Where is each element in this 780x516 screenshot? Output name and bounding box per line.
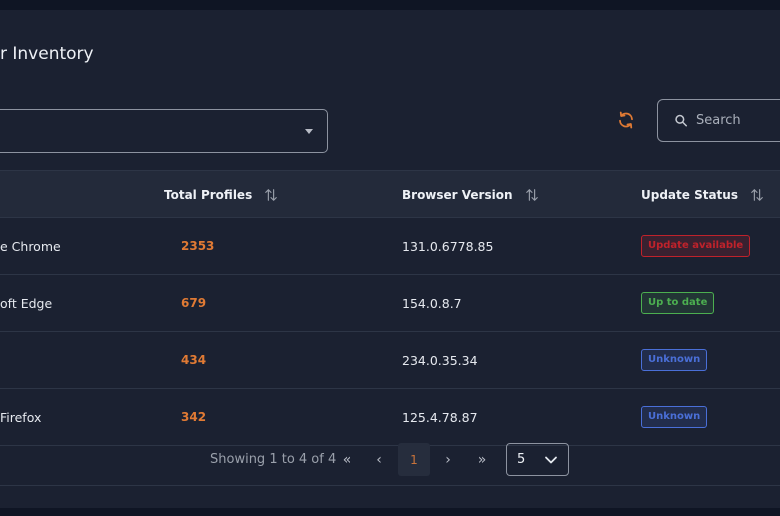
total-profiles-count: 2353 bbox=[181, 239, 215, 253]
inventory-panel: r Inventory Total Profiles bbox=[0, 10, 780, 508]
refresh-button[interactable] bbox=[615, 109, 637, 131]
table-row[interactable]: e Chrome 2353 131.0.6778.85 Update avail… bbox=[0, 218, 780, 275]
chevron-down-icon bbox=[545, 456, 557, 464]
column-header-update-status[interactable]: Update Status bbox=[641, 171, 764, 219]
prev-page-button[interactable]: ‹ bbox=[366, 444, 392, 476]
sort-icon[interactable] bbox=[264, 188, 278, 202]
double-chevron-right-icon: » bbox=[477, 452, 487, 468]
browser-version: 131.0.6778.85 bbox=[402, 238, 494, 254]
sort-icon[interactable] bbox=[525, 188, 539, 202]
status-badge: Update available bbox=[641, 235, 751, 257]
browser-version: 154.0.8.7 bbox=[402, 295, 462, 311]
status-badge: Up to date bbox=[641, 292, 715, 314]
table-header: Total Profiles Browser Version Update St… bbox=[0, 170, 780, 218]
page-size-select[interactable]: 5 bbox=[506, 443, 569, 476]
browser-name: oft Edge bbox=[0, 295, 53, 311]
chevron-right-icon: › bbox=[445, 452, 451, 468]
total-profiles-count: 679 bbox=[181, 296, 207, 310]
browser-name: e Chrome bbox=[0, 238, 61, 254]
last-page-button[interactable]: » bbox=[469, 444, 495, 476]
current-page-button[interactable]: 1 bbox=[398, 443, 430, 476]
table-row[interactable]: oft Edge 679 154.0.8.7 Up to date bbox=[0, 275, 780, 332]
filter-select[interactable] bbox=[0, 109, 328, 153]
double-chevron-left-icon: « bbox=[342, 452, 352, 468]
inventory-table: Total Profiles Browser Version Update St… bbox=[0, 170, 780, 446]
refresh-icon bbox=[619, 111, 633, 129]
status-badge: Unknown bbox=[641, 406, 708, 428]
total-profiles-count: 434 bbox=[181, 353, 207, 367]
first-page-button[interactable]: « bbox=[334, 444, 360, 476]
bottom-strip bbox=[0, 508, 780, 516]
column-header-browser-version[interactable]: Browser Version bbox=[402, 171, 539, 219]
search-icon bbox=[675, 114, 688, 127]
browser-version: 234.0.35.34 bbox=[402, 352, 478, 368]
page-size-value: 5 bbox=[517, 452, 526, 467]
next-page-button[interactable]: › bbox=[435, 444, 461, 476]
pagination-bar: Showing 1 to 4 of 4 « ‹ › » bbox=[0, 434, 780, 486]
showing-count: Showing 1 to 4 of 4 bbox=[210, 452, 337, 467]
search-box[interactable] bbox=[657, 99, 780, 142]
status-badge: Unknown bbox=[641, 349, 708, 371]
table-row[interactable]: 434 234.0.35.34 Unknown bbox=[0, 332, 780, 389]
sort-icon[interactable] bbox=[750, 188, 764, 202]
search-input[interactable] bbox=[696, 113, 780, 128]
column-header-total-profiles[interactable]: Total Profiles bbox=[164, 171, 278, 219]
top-strip bbox=[0, 0, 780, 10]
chevron-left-icon: ‹ bbox=[376, 452, 382, 468]
page-title: r Inventory bbox=[0, 44, 94, 64]
caret-down-icon bbox=[305, 129, 313, 134]
